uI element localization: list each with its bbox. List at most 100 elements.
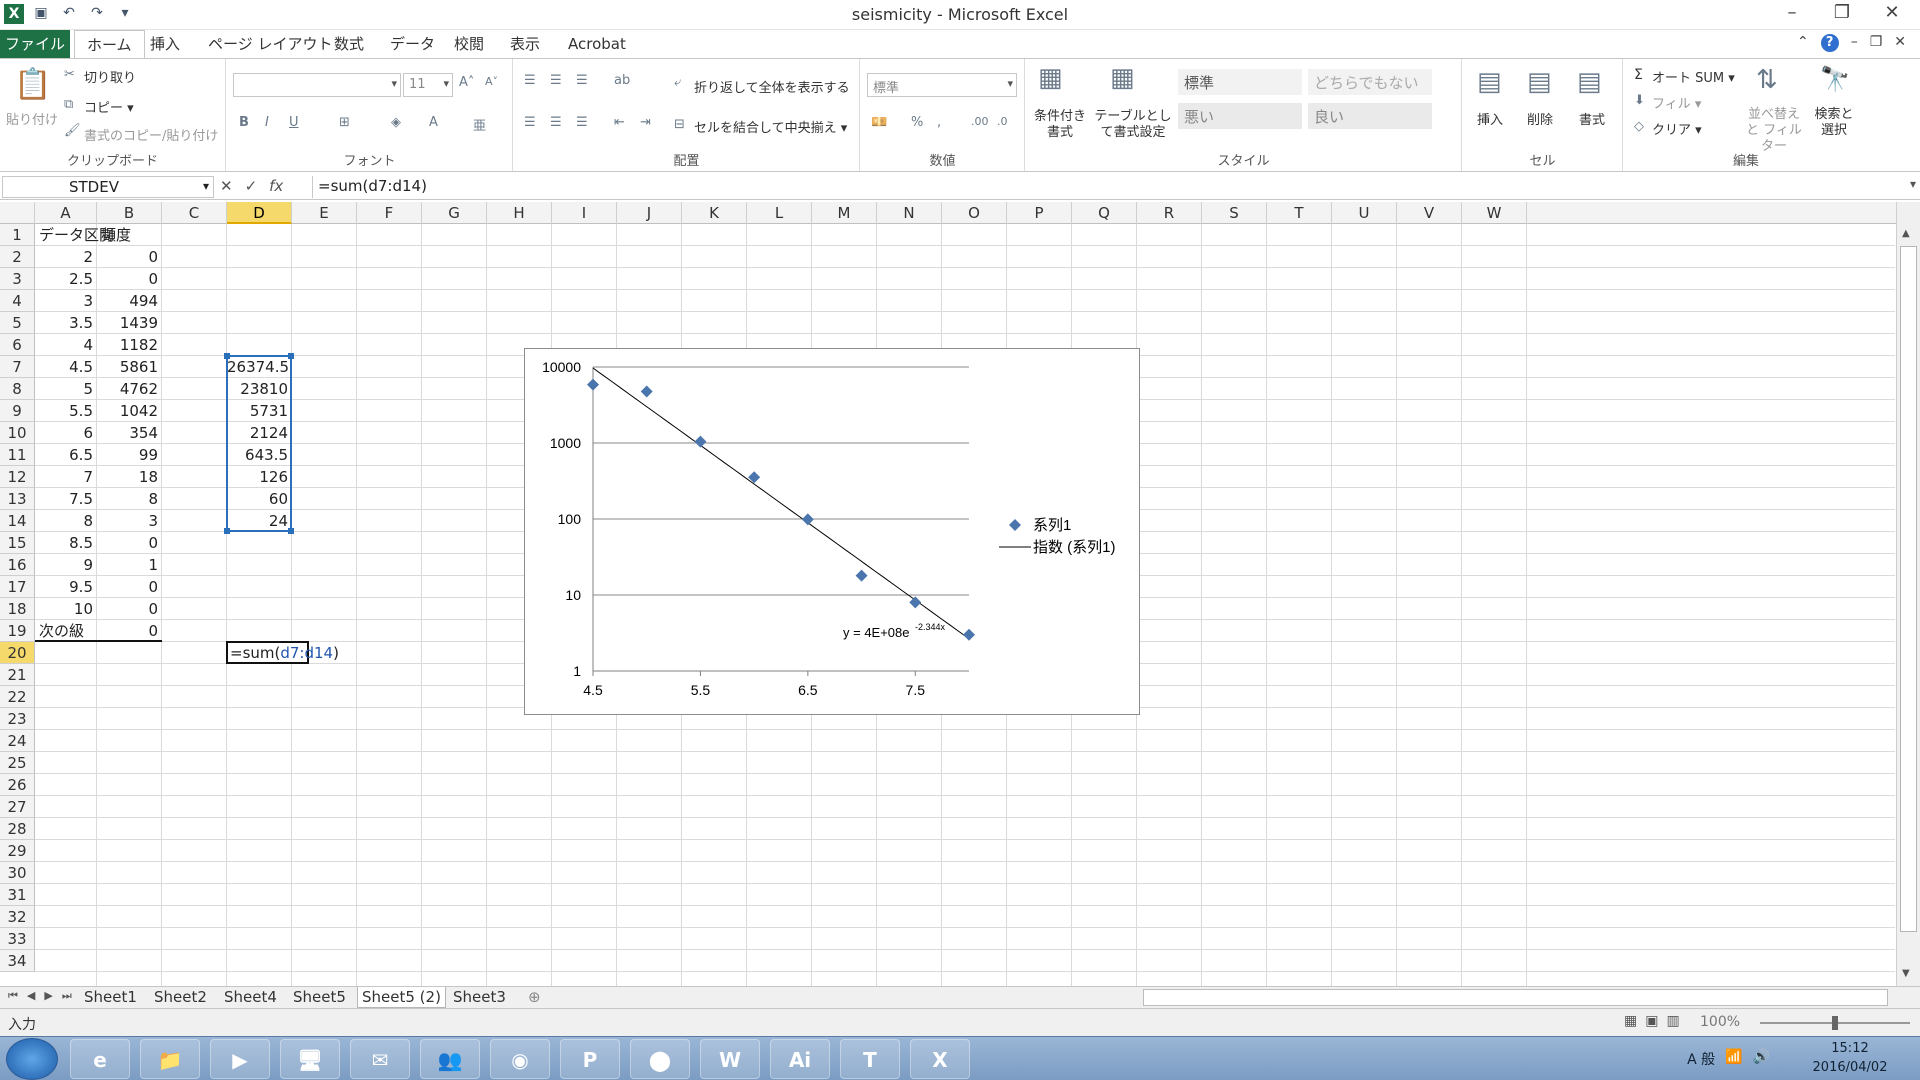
column-header[interactable]: S bbox=[1202, 202, 1267, 224]
restore-icon[interactable]: ❐ bbox=[1828, 2, 1856, 23]
page-break-view-icon[interactable]: ▥ bbox=[1666, 1013, 1679, 1029]
column-header[interactable]: F bbox=[357, 202, 422, 224]
ie-icon[interactable]: e bbox=[70, 1039, 130, 1079]
cell[interactable]: 6 bbox=[35, 422, 97, 444]
row-header[interactable]: 15 bbox=[0, 532, 35, 554]
enter-icon[interactable]: ✓ bbox=[245, 177, 258, 195]
cell[interactable]: 8.5 bbox=[35, 532, 97, 554]
row-header[interactable]: 19 bbox=[0, 620, 35, 642]
cell[interactable]: 9.5 bbox=[35, 576, 97, 598]
row-header[interactable]: 4 bbox=[0, 290, 35, 312]
cell[interactable]: 5 bbox=[35, 378, 97, 400]
tab-view[interactable]: 表示 bbox=[498, 30, 552, 58]
insert-sheet-icon[interactable]: ⊕ bbox=[524, 987, 545, 1008]
cell[interactable]: 頻度 bbox=[97, 224, 162, 246]
powerpoint-icon[interactable]: P bbox=[560, 1039, 620, 1079]
select-all-corner[interactable] bbox=[0, 202, 35, 224]
align-right-icon[interactable]: ☰ bbox=[576, 115, 588, 130]
autosum-button[interactable]: オート SUM ▾ bbox=[1652, 67, 1735, 86]
fill-color-icon[interactable]: ◈ bbox=[391, 115, 401, 130]
minimize-ribbon-icon[interactable]: ⌃ bbox=[1797, 34, 1809, 52]
row-header[interactable]: 14 bbox=[0, 510, 35, 532]
scroll-up-icon[interactable]: ▲ bbox=[1902, 228, 1910, 239]
cell[interactable]: 9 bbox=[35, 554, 97, 576]
cell[interactable]: 18 bbox=[97, 466, 162, 488]
cell[interactable]: 8 bbox=[35, 510, 97, 532]
selection-handle[interactable] bbox=[224, 528, 230, 534]
italic-icon[interactable]: I bbox=[265, 115, 269, 130]
column-header[interactable]: B bbox=[97, 202, 162, 224]
cell[interactable]: 2.5 bbox=[35, 268, 97, 290]
row-header[interactable]: 10 bbox=[0, 422, 35, 444]
cell[interactable]: 4 bbox=[35, 334, 97, 356]
conditional-format-button[interactable]: 条件付き書式 bbox=[1030, 109, 1090, 141]
column-header[interactable]: L bbox=[747, 202, 812, 224]
row-header[interactable]: 31 bbox=[0, 884, 35, 906]
selection-handle[interactable] bbox=[224, 353, 230, 359]
cancel-icon[interactable]: ✕ bbox=[220, 177, 233, 195]
row-header[interactable]: 9 bbox=[0, 400, 35, 422]
cell[interactable]: 5.5 bbox=[35, 400, 97, 422]
cell[interactable]: 6.5 bbox=[35, 444, 97, 466]
scroll-down-icon[interactable]: ▼ bbox=[1902, 968, 1910, 979]
sheet-tab[interactable]: Sheet4 bbox=[220, 987, 281, 1008]
row-header[interactable]: 8 bbox=[0, 378, 35, 400]
people-icon[interactable]: 👥 bbox=[420, 1039, 480, 1079]
copy-button[interactable]: コピー ▾ bbox=[84, 97, 134, 116]
row-header[interactable]: 30 bbox=[0, 862, 35, 884]
cell[interactable]: 2 bbox=[35, 246, 97, 268]
active-cell-editor[interactable]: =sum(d7:d14) bbox=[226, 641, 339, 664]
network-icon[interactable]: 📶 bbox=[1725, 1049, 1742, 1069]
tab-insert[interactable]: 挿入 bbox=[138, 30, 192, 58]
expand-formula-icon[interactable]: ▾ bbox=[1910, 177, 1916, 191]
paste-icon[interactable]: 📋 bbox=[14, 67, 51, 102]
cell[interactable]: 0 bbox=[97, 532, 162, 554]
delete-cells-button[interactable]: 削除 bbox=[1527, 109, 1553, 128]
format-table-button[interactable]: テーブルとして書式設定 bbox=[1094, 109, 1172, 141]
illustrator-icon[interactable]: Ai bbox=[770, 1039, 830, 1079]
sheet-tab[interactable]: Sheet5 bbox=[289, 987, 350, 1008]
grow-font-icon[interactable]: A˄ bbox=[459, 75, 474, 90]
vertical-scroll-thumb[interactable] bbox=[1900, 246, 1917, 932]
row-header[interactable]: 3 bbox=[0, 268, 35, 290]
underline-icon[interactable]: U bbox=[289, 115, 299, 130]
row-header[interactable]: 21 bbox=[0, 664, 35, 686]
close-icon[interactable]: ✕ bbox=[1878, 2, 1906, 23]
increase-decimal-icon[interactable]: .00 bbox=[971, 115, 989, 128]
row-header[interactable]: 11 bbox=[0, 444, 35, 466]
percent-icon[interactable]: % bbox=[911, 115, 923, 130]
align-left-icon[interactable]: ☰ bbox=[524, 115, 536, 130]
row-header[interactable]: 1 bbox=[0, 224, 35, 246]
cell[interactable]: 7.5 bbox=[35, 488, 97, 510]
tab-review[interactable]: 校閲 bbox=[442, 30, 496, 58]
align-bottom-icon[interactable]: ☰ bbox=[576, 73, 588, 88]
app-icon[interactable]: ⬤ bbox=[630, 1039, 690, 1079]
row-header[interactable]: 28 bbox=[0, 818, 35, 840]
mail-icon[interactable]: ✉ bbox=[350, 1039, 410, 1079]
minimize-icon[interactable]: – bbox=[1778, 2, 1806, 23]
selection-handle[interactable] bbox=[288, 528, 294, 534]
cell[interactable]: 3.5 bbox=[35, 312, 97, 334]
workbook-close-icon[interactable]: ✕ bbox=[1894, 34, 1906, 52]
excel-icon[interactable]: X bbox=[910, 1039, 970, 1079]
row-header[interactable]: 7 bbox=[0, 356, 35, 378]
cell[interactable]: 3 bbox=[35, 290, 97, 312]
row-header[interactable]: 22 bbox=[0, 686, 35, 708]
column-header[interactable]: O bbox=[942, 202, 1007, 224]
row-header[interactable]: 18 bbox=[0, 598, 35, 620]
workbook-minimize-icon[interactable]: – bbox=[1851, 34, 1858, 52]
column-header[interactable]: G bbox=[422, 202, 487, 224]
column-header[interactable]: K bbox=[682, 202, 747, 224]
workbook-restore-icon[interactable]: ❐ bbox=[1870, 34, 1883, 52]
shrink-font-icon[interactable]: A˅ bbox=[485, 75, 498, 88]
row-header[interactable]: 5 bbox=[0, 312, 35, 334]
clock[interactable]: 15:12 2016/04/02 bbox=[1790, 1039, 1910, 1077]
orientation-icon[interactable]: ab bbox=[614, 73, 630, 88]
style-good[interactable]: 良い bbox=[1308, 103, 1432, 129]
column-header[interactable]: E bbox=[292, 202, 357, 224]
column-header[interactable]: H bbox=[487, 202, 552, 224]
name-box[interactable]: STDEV bbox=[2, 176, 214, 198]
column-header[interactable]: C bbox=[162, 202, 227, 224]
font-name-combo[interactable] bbox=[233, 73, 401, 97]
decrease-indent-icon[interactable]: ⇤ bbox=[614, 115, 625, 130]
